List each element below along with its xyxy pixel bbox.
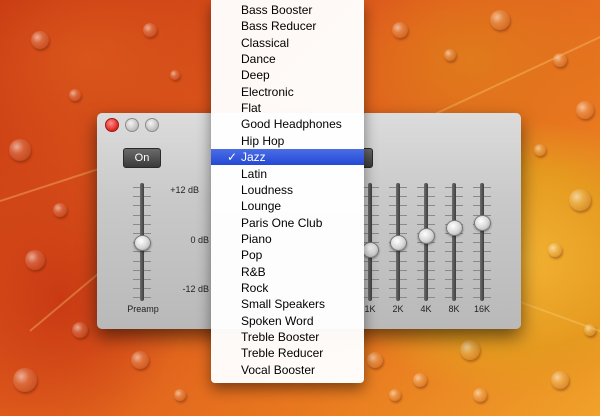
- menu-item-label: Deep: [241, 68, 270, 83]
- water-drop: [25, 250, 45, 270]
- preset-popup-edge[interactable]: [363, 148, 373, 168]
- slider-knob[interactable]: [362, 242, 379, 259]
- eq-on-toggle[interactable]: On: [123, 148, 161, 168]
- menu-item-label: Classical: [241, 35, 290, 50]
- water-drop: [69, 89, 81, 101]
- menu-item-label: Electronic: [241, 84, 294, 99]
- water-drop: [534, 144, 546, 156]
- menu-item-label: Loudness: [241, 182, 294, 197]
- menu-item[interactable]: Lounge: [211, 198, 364, 214]
- menu-item[interactable]: R&B: [211, 264, 364, 280]
- menu-item[interactable]: Rock: [211, 280, 364, 296]
- menu-item[interactable]: Treble Reducer: [211, 345, 364, 361]
- slider-track: [480, 183, 484, 301]
- menu-item[interactable]: Bass Reducer: [211, 18, 364, 34]
- menu-item[interactable]: Small Speakers: [211, 296, 364, 312]
- menu-item-label: Small Speakers: [241, 297, 326, 312]
- menu-item-label: Flat: [241, 101, 262, 116]
- slider-knob[interactable]: [418, 227, 435, 244]
- menu-item-label: Bass Booster: [241, 3, 313, 17]
- water-drop: [53, 203, 67, 217]
- menu-item[interactable]: Flat: [211, 100, 364, 116]
- band-label: 16K: [473, 304, 490, 314]
- slider-track: [452, 183, 456, 301]
- menu-item[interactable]: ✓ Jazz: [211, 149, 364, 166]
- slider-knob[interactable]: [474, 215, 491, 232]
- band-label: 8K: [448, 304, 460, 314]
- band-slider-2k[interactable]: [387, 183, 409, 301]
- water-drop: [413, 373, 427, 387]
- water-drop: [460, 340, 480, 360]
- menu-item-label: R&B: [241, 264, 266, 279]
- band-label: 4K: [420, 304, 432, 314]
- preamp-label: Preamp: [127, 304, 159, 314]
- menu-item-label: Rock: [241, 280, 269, 295]
- zoom-button[interactable]: [145, 118, 159, 132]
- eq-preset-menu: Bass Booster Bass Reducer Classical Dance De…: [211, 0, 364, 383]
- water-drop: [576, 101, 594, 119]
- slider-knob[interactable]: [134, 235, 151, 251]
- menu-item[interactable]: Hip Hop: [211, 133, 364, 149]
- menu-item-label: Jazz: [241, 150, 266, 165]
- db-label-top: +12 dB: [170, 185, 199, 195]
- water-drop: [143, 23, 157, 37]
- water-drop: [569, 189, 591, 211]
- menu-item[interactable]: Spoken Word: [211, 313, 364, 329]
- band-slider-8k[interactable]: [443, 183, 465, 301]
- menu-item[interactable]: Paris One Club: [211, 215, 364, 231]
- menu-item[interactable]: Dance: [211, 51, 364, 67]
- menu-item[interactable]: Latin: [211, 166, 364, 182]
- preamp-slider[interactable]: [131, 183, 153, 301]
- water-drop: [473, 388, 487, 402]
- close-button[interactable]: [105, 118, 119, 132]
- menu-item[interactable]: Vocal Booster: [211, 362, 364, 378]
- db-label-bottom: -12 dB: [182, 284, 209, 294]
- band-slider-16k[interactable]: [471, 183, 493, 301]
- menu-item-label: Bass Reducer: [241, 19, 317, 34]
- menu-item[interactable]: Bass Booster: [211, 2, 364, 18]
- water-drop: [31, 31, 49, 49]
- water-drop: [392, 22, 408, 38]
- water-drop: [389, 389, 401, 401]
- water-drop: [9, 139, 31, 161]
- water-drop: [367, 352, 383, 368]
- water-drop: [548, 243, 562, 257]
- menu-item[interactable]: Piano: [211, 231, 364, 247]
- menu-item-label: Good Headphones: [241, 117, 342, 132]
- checkmark-icon: ✓: [227, 150, 238, 165]
- water-drop: [490, 10, 510, 30]
- minimize-button[interactable]: [125, 118, 139, 132]
- band-slider-4k[interactable]: [415, 183, 437, 301]
- band-label: 2K: [392, 304, 404, 314]
- menu-item[interactable]: Pop: [211, 247, 364, 263]
- water-drop: [72, 322, 88, 338]
- menu-item[interactable]: Good Headphones: [211, 116, 364, 132]
- water-drop: [174, 389, 186, 401]
- menu-item-label: Treble Booster: [241, 330, 320, 344]
- menu-item-label: Vocal Booster: [241, 362, 316, 377]
- menu-item[interactable]: Classical: [211, 35, 364, 51]
- menu-item[interactable]: Treble Booster: [211, 329, 364, 345]
- water-drop: [551, 371, 569, 389]
- menu-item-label: Dance: [241, 52, 276, 67]
- water-drop: [13, 368, 37, 392]
- menu-item-label: Pop: [241, 248, 263, 263]
- water-drop: [131, 351, 149, 369]
- menu-item-label: Treble Reducer: [241, 346, 324, 361]
- menu-item-label: Paris One Club: [241, 215, 323, 230]
- db-label-mid: 0 dB: [190, 235, 209, 245]
- water-drop: [444, 49, 456, 61]
- menu-item[interactable]: Deep: [211, 67, 364, 83]
- slider-knob[interactable]: [390, 235, 407, 251]
- menu-item-label: Spoken Word: [241, 313, 314, 328]
- menu-item[interactable]: Electronic: [211, 84, 364, 100]
- menu-item-label: Latin: [241, 166, 268, 181]
- menu-item-label: Piano: [241, 231, 272, 246]
- menu-item-label: Hip Hop: [241, 133, 285, 148]
- menu-item[interactable]: Loudness: [211, 182, 364, 198]
- menu-item-label: Lounge: [241, 199, 282, 214]
- water-drop: [170, 70, 180, 80]
